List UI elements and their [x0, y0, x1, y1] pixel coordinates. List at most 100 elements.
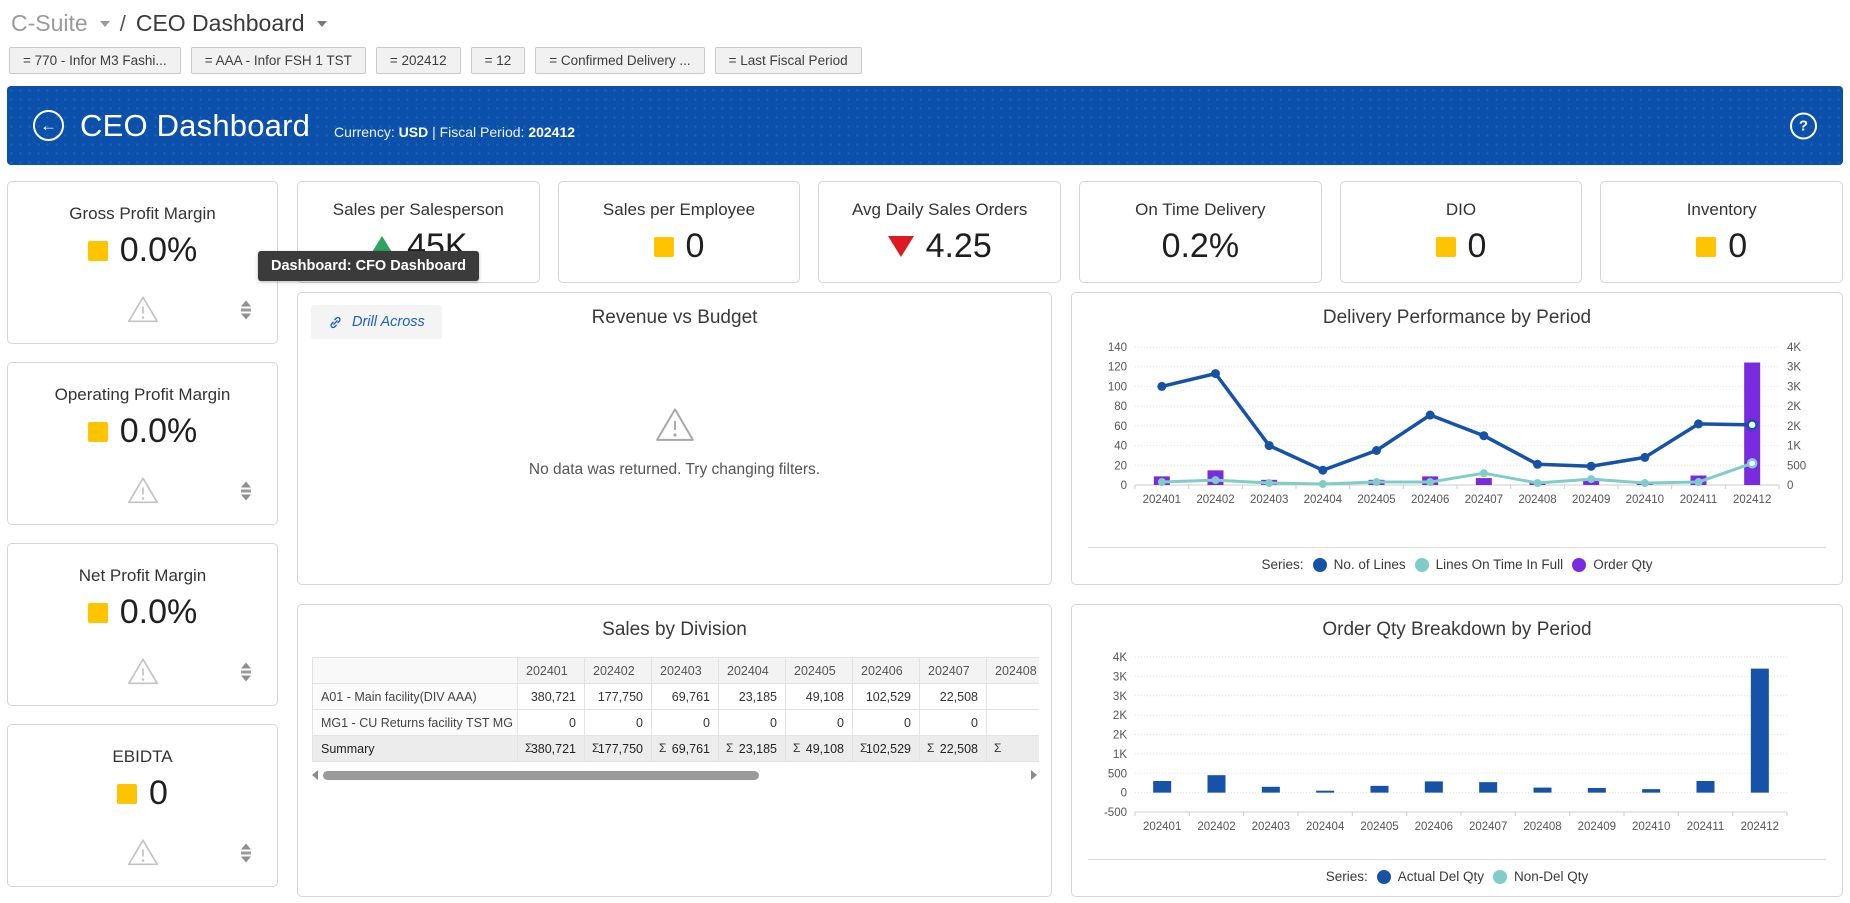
help-button[interactable]: ? — [1790, 112, 1817, 139]
dashboard-header-banner: ← CEO Dashboard Currency: USD | Fiscal P… — [7, 86, 1843, 165]
axis-tick-label: 0 — [1121, 480, 1127, 492]
scroll-right-arrow-icon[interactable] — [1031, 770, 1037, 780]
qty-bar[interactable] — [1642, 789, 1660, 792]
qty-bar[interactable] — [1588, 788, 1606, 793]
line-series — [1162, 463, 1752, 484]
scroll-left-arrow-icon[interactable] — [312, 770, 318, 780]
scrollbar-track[interactable] — [323, 770, 1026, 780]
data-point[interactable] — [1641, 479, 1649, 487]
back-button[interactable]: ← — [33, 110, 64, 141]
table-row[interactable]: A01 - Main facility(DIV AAA) 380,721 177… — [313, 684, 1040, 710]
value-stepper[interactable] — [241, 844, 251, 863]
qty-bar[interactable] — [1371, 786, 1389, 793]
data-point[interactable] — [1211, 369, 1220, 378]
legend-item[interactable]: Order Qty — [1572, 557, 1652, 572]
qty-bar[interactable] — [1479, 782, 1497, 792]
qty-bar[interactable] — [1316, 791, 1334, 793]
qty-bar[interactable] — [1208, 775, 1226, 792]
data-point[interactable] — [1534, 479, 1542, 487]
filter-chip-delivery[interactable]: = Confirmed Delivery ... — [535, 47, 704, 74]
kpi-card-gross-profit-margin[interactable]: Gross Profit Margin 0.0% — [7, 181, 278, 344]
back-arrow-icon: ← — [40, 116, 57, 136]
kpi-card-dio[interactable]: DIO 0 — [1340, 181, 1583, 283]
data-point[interactable] — [1694, 419, 1703, 428]
data-point[interactable] — [1319, 480, 1327, 488]
top-kpi-row: Sales per Salesperson 45K Sales per Empl… — [297, 181, 1843, 283]
value-stepper[interactable] — [241, 663, 251, 682]
axis-tick-label: 1K — [1787, 441, 1801, 453]
data-point[interactable] — [1479, 431, 1488, 440]
kpi-card-ebidta[interactable]: EBIDTA 0 — [7, 724, 278, 887]
chart-legend: Series:No. of LinesLines On Time In Full… — [1088, 547, 1826, 572]
data-point[interactable] — [1748, 459, 1756, 467]
column-header: 202402 — [585, 658, 652, 684]
data-point[interactable] — [1695, 478, 1703, 486]
data-point[interactable] — [1748, 420, 1757, 429]
axis-tick-label: 202406 — [1411, 494, 1449, 506]
axis-tick-label: 202407 — [1465, 494, 1503, 506]
kpi-card-sales-per-employee[interactable]: Sales per Employee 0 — [558, 181, 801, 283]
axis-tick-label: 4K — [1787, 342, 1801, 354]
kpi-card-on-time-delivery[interactable]: On Time Delivery 0.2% — [1079, 181, 1322, 283]
legend-series-name: Lines On Time In Full — [1436, 557, 1564, 572]
breadcrumb-parent[interactable]: C-Suite — [11, 10, 88, 37]
data-point[interactable] — [1587, 462, 1596, 471]
value-stepper[interactable] — [241, 301, 251, 320]
data-point[interactable] — [1373, 478, 1381, 486]
legend-item[interactable]: No. of Lines — [1313, 557, 1406, 572]
chevron-down-icon[interactable] — [317, 21, 327, 27]
qty-bar[interactable] — [1751, 669, 1769, 793]
axis-tick-label: 60 — [1114, 421, 1127, 433]
legend-item[interactable]: Actual Del Qty — [1377, 869, 1484, 884]
axis-tick-label: 20 — [1114, 460, 1127, 472]
data-point[interactable] — [1426, 478, 1434, 486]
qty-bar[interactable] — [1534, 788, 1552, 793]
data-point[interactable] — [1318, 466, 1327, 475]
sigma-icon: Σ — [994, 741, 1001, 755]
legend-item[interactable]: Non-Del Qty — [1493, 869, 1588, 884]
value-stepper[interactable] — [241, 482, 251, 501]
data-point[interactable] — [1533, 460, 1542, 469]
order-qty-bar[interactable] — [1476, 478, 1492, 485]
data-point[interactable] — [1158, 478, 1166, 486]
data-point[interactable] — [1640, 453, 1649, 462]
table-horizontal-scrollbar[interactable] — [312, 769, 1037, 781]
chart-legend: Series:Actual Del QtyNon-Del Qty — [1088, 859, 1826, 884]
data-point[interactable] — [1265, 479, 1273, 487]
kpi-card-avg-daily-sales-orders[interactable]: Avg Daily Sales Orders 4.25 — [818, 181, 1061, 283]
qty-bar[interactable] — [1697, 781, 1715, 793]
data-point[interactable] — [1212, 476, 1220, 484]
filter-chip-period[interactable]: = 202412 — [376, 47, 461, 74]
table-row[interactable]: MG1 - CU Returns facility TST MG 0 0 0 0… — [313, 710, 1040, 736]
kpi-card-inventory[interactable]: Inventory 0 — [1600, 181, 1843, 283]
data-point[interactable] — [1157, 382, 1166, 391]
breadcrumb-current[interactable]: CEO Dashboard — [136, 10, 305, 37]
sigma-icon: Σ — [592, 741, 599, 755]
sigma-icon: Σ — [659, 741, 666, 755]
kpi-card-operating-profit-margin[interactable]: Operating Profit Margin 0.0% — [7, 362, 278, 525]
kpi-card-net-profit-margin[interactable]: Net Profit Margin 0.0% — [7, 543, 278, 706]
filter-chip-fiscal[interactable]: = Last Fiscal Period — [715, 47, 862, 74]
warning-triangle-icon — [125, 655, 161, 689]
data-point[interactable] — [1265, 441, 1274, 450]
data-point[interactable] — [1372, 446, 1381, 455]
qty-bar[interactable] — [1262, 787, 1280, 793]
data-point[interactable] — [1426, 411, 1435, 420]
filter-chip-division[interactable]: = 770 - Infor M3 Fashi... — [9, 47, 181, 74]
kpi-value: 0 — [149, 774, 168, 813]
sales-by-division-table: 202401 202402 202403 202404 202405 20240… — [312, 657, 1039, 762]
kpi-status-icon — [88, 603, 108, 623]
data-point[interactable] — [1587, 475, 1595, 483]
chevron-down-icon[interactable] — [100, 21, 110, 27]
drill-across-button[interactable]: Drill Across — [311, 305, 442, 339]
question-mark-icon: ? — [1799, 117, 1808, 134]
qty-bar[interactable] — [1153, 781, 1171, 793]
legend-series-name: No. of Lines — [1334, 557, 1406, 572]
axis-tick-label: 202408 — [1518, 494, 1556, 506]
legend-item[interactable]: Lines On Time In Full — [1415, 557, 1564, 572]
qty-bar[interactable] — [1425, 781, 1443, 792]
filter-chip-company[interactable]: = AAA - Infor FSH 1 TST — [191, 47, 366, 74]
data-point[interactable] — [1480, 469, 1488, 477]
filter-chip-months[interactable]: = 12 — [471, 47, 526, 74]
scrollbar-thumb[interactable] — [323, 771, 759, 780]
